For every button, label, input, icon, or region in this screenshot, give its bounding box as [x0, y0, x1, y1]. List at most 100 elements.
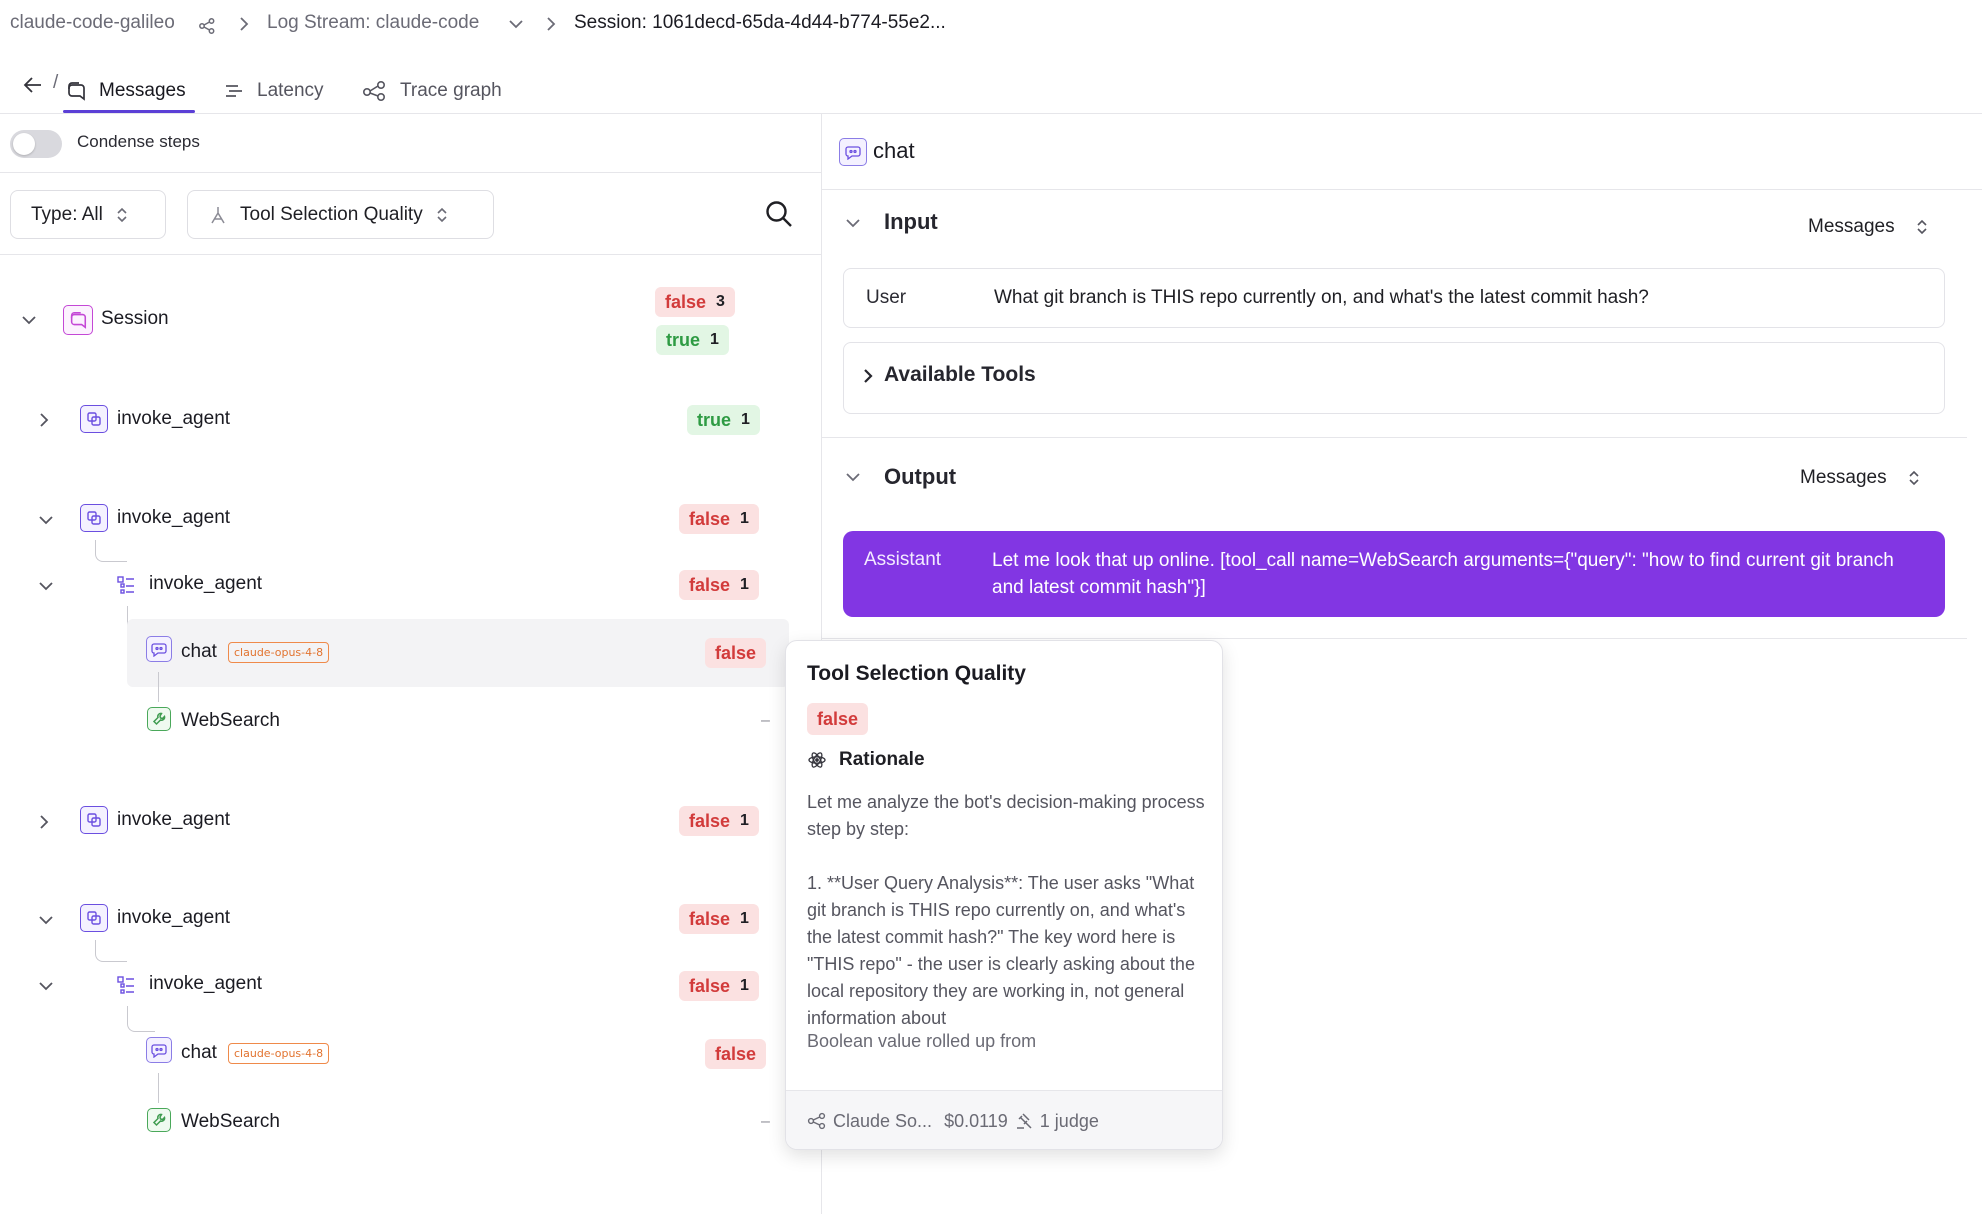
chevron-down-icon[interactable] — [37, 513, 55, 527]
tab-label: Messages — [99, 80, 186, 101]
badge-value: true — [697, 409, 732, 430]
type-filter-label: Type: All — [31, 203, 103, 225]
condense-steps-toggle[interactable] — [10, 130, 62, 158]
sort-arrows-icon — [115, 206, 129, 224]
false-count-badge: false 1 — [679, 806, 759, 836]
chevron-down-icon[interactable] — [844, 216, 862, 230]
cost: $0.0119 — [944, 1110, 1008, 1131]
chevron-down-icon[interactable] — [507, 17, 525, 31]
false-count-badge: false 1 — [679, 904, 759, 934]
tree-connector — [95, 540, 127, 562]
metric-tooltip: Tool Selection Quality false Rationale L… — [785, 640, 1223, 1150]
empty-value: – — [761, 1113, 770, 1130]
search-icon[interactable] — [764, 199, 794, 229]
wrench-icon — [147, 707, 171, 731]
output-section-title: Output — [884, 464, 957, 489]
metric-filter-select[interactable]: Tool Selection Quality — [187, 190, 494, 239]
trace-graph-icon — [362, 80, 388, 102]
type-filter-select[interactable]: Type: All — [10, 190, 166, 239]
messages-icon — [65, 80, 87, 102]
node-label[interactable]: invoke_agent — [149, 973, 262, 995]
badge-count: 1 — [740, 812, 749, 829]
divider — [822, 189, 1982, 190]
chevron-down-icon[interactable] — [37, 979, 55, 993]
atom-icon — [807, 750, 827, 770]
format-label: Messages — [1808, 216, 1895, 237]
node-label[interactable]: WebSearch — [181, 710, 280, 732]
message-role: Assistant — [864, 549, 942, 570]
divider — [0, 172, 821, 173]
judge-count: 1 judge — [1039, 1110, 1099, 1131]
badge-value: false — [715, 1043, 757, 1064]
breadcrumb-session: Session: 1061decd-65da-4d44-b774-55e2... — [574, 12, 946, 33]
chevron-down-icon[interactable] — [37, 579, 55, 593]
chevron-right-icon[interactable] — [37, 411, 51, 429]
true-count-badge: true 1 — [687, 405, 760, 435]
tab-label: Trace graph — [400, 80, 502, 101]
available-tools-label: Available Tools — [884, 363, 1036, 386]
panel-title: chat — [873, 138, 915, 163]
chevron-down-icon[interactable] — [844, 470, 862, 484]
message-text: Let me look that up online. [tool_call n… — [992, 550, 1894, 598]
divider — [0, 254, 821, 255]
node-label[interactable]: chat — [181, 641, 217, 663]
input-format-select[interactable]: Messages — [1808, 216, 1929, 238]
selected-row[interactable] — [127, 619, 789, 687]
tab-label: Latency — [257, 80, 324, 101]
rationale-header: Rationale — [807, 749, 925, 771]
chevron-right-icon — [238, 14, 250, 34]
tab-latency[interactable]: Latency — [223, 69, 324, 113]
badge-count: 1 — [740, 910, 749, 927]
false-count-badge: false 1 — [679, 971, 759, 1001]
node-label[interactable]: WebSearch — [181, 1111, 280, 1133]
badge-value: false — [689, 508, 731, 529]
empty-value: – — [761, 712, 770, 729]
available-tools-card[interactable]: Available Tools — [843, 342, 1945, 414]
model-tag: claude-opus-4-8 — [228, 642, 330, 663]
chat-icon — [146, 1037, 172, 1063]
back-arrow-icon[interactable] — [22, 74, 44, 96]
node-label[interactable]: chat — [181, 1042, 217, 1064]
node-label[interactable]: invoke_agent — [117, 507, 230, 529]
metric-icon — [208, 205, 228, 225]
tooltip-value-badge: false — [807, 703, 869, 735]
agent-icon — [80, 904, 108, 932]
share-icon[interactable] — [198, 17, 216, 35]
assistant-message-card: Assistant Let me look that up online. [t… — [843, 531, 1945, 617]
output-format-select[interactable]: Messages — [1800, 467, 1921, 489]
badge-value: false — [689, 574, 731, 595]
message-role: User — [866, 287, 907, 308]
tab-messages[interactable]: Messages — [65, 69, 186, 113]
message-text: What git branch is THIS repo currently o… — [994, 287, 1649, 308]
node-label[interactable]: invoke_agent — [117, 408, 230, 430]
node-label[interactable]: invoke_agent — [117, 809, 230, 831]
format-label: Messages — [1800, 467, 1887, 488]
badge-count: 1 — [710, 331, 719, 348]
badge-value: false — [689, 810, 731, 831]
workflow-icon — [112, 971, 140, 999]
session-label[interactable]: Session — [101, 308, 169, 330]
tree-connector — [95, 940, 127, 962]
tree-connector — [127, 1006, 155, 1032]
chevron-right-icon[interactable] — [37, 813, 51, 831]
breadcrumb-log-stream[interactable]: Log Stream: claude-code — [267, 12, 479, 34]
breadcrumb-project[interactable]: claude-code-galileo — [10, 12, 175, 34]
metric-filter-label: Tool Selection Quality — [240, 203, 423, 225]
badge-count: 1 — [740, 510, 749, 527]
false-count-badge: false 3 — [655, 287, 735, 317]
rollup-text: Boolean value rolled up from — [807, 1031, 1037, 1051]
back-separator: / — [53, 72, 59, 93]
node-label[interactable]: invoke_agent — [149, 573, 262, 595]
false-count-badge: false 1 — [679, 504, 759, 534]
session-icon — [63, 305, 93, 335]
tooltip-footer: Claude So... $0.0119 1 judge — [786, 1090, 1222, 1149]
divider — [0, 113, 1982, 114]
user-message-card: User What git branch is THIS repo curren… — [843, 268, 1945, 328]
chevron-down-icon[interactable] — [37, 913, 55, 927]
divider — [822, 638, 1967, 639]
node-label[interactable]: invoke_agent — [117, 907, 230, 929]
chevron-down-icon[interactable] — [20, 313, 38, 327]
tab-trace-graph[interactable]: Trace graph — [362, 69, 502, 113]
badge-count: 1 — [740, 977, 749, 994]
gavel-icon — [1014, 1111, 1034, 1131]
